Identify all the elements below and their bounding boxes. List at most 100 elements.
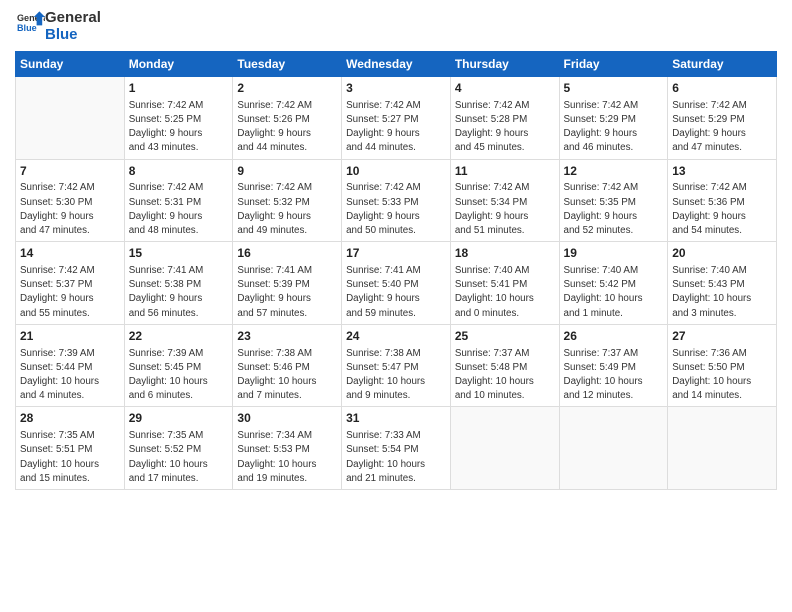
calendar-cell: 27Sunrise: 7:36 AMSunset: 5:50 PMDayligh… [668, 324, 777, 407]
col-header-thursday: Thursday [450, 52, 559, 77]
day-number: 27 [672, 328, 772, 345]
day-info: Sunrise: 7:33 AMSunset: 5:54 PMDaylight:… [346, 429, 446, 486]
day-info: Sunrise: 7:40 AMSunset: 5:41 PMDaylight:… [455, 264, 555, 321]
day-number: 14 [20, 245, 120, 262]
day-info: Sunrise: 7:42 AMSunset: 5:29 PMDaylight:… [564, 99, 664, 156]
calendar-cell: 12Sunrise: 7:42 AMSunset: 5:35 PMDayligh… [559, 159, 668, 242]
calendar-week-4: 28Sunrise: 7:35 AMSunset: 5:51 PMDayligh… [16, 407, 777, 490]
day-info: Sunrise: 7:42 AMSunset: 5:28 PMDaylight:… [455, 99, 555, 156]
day-number: 22 [129, 328, 229, 345]
day-info: Sunrise: 7:40 AMSunset: 5:43 PMDaylight:… [672, 264, 772, 321]
day-info: Sunrise: 7:42 AMSunset: 5:35 PMDaylight:… [564, 181, 664, 238]
svg-text:Blue: Blue [17, 23, 37, 33]
calendar-cell: 3 Sunrise: 7:42 AMSunset: 5:27 PMDaylight… [342, 77, 451, 160]
day-info: Sunrise: 7:35 AMSunset: 5:51 PMDaylight:… [20, 429, 120, 486]
calendar-cell: 24Sunrise: 7:38 AMSunset: 5:47 PMDayligh… [342, 324, 451, 407]
day-info: Sunrise: 7:39 AMSunset: 5:44 PMDaylight:… [20, 347, 120, 404]
day-number: 2 [237, 80, 337, 97]
day-number: 21 [20, 328, 120, 345]
day-number: 17 [346, 245, 446, 262]
calendar-cell: 21 Sunrise: 7:39 AMSunset: 5:44 PMDayligh… [16, 324, 125, 407]
day-number: 3 [346, 80, 446, 97]
day-number: 11 [455, 163, 555, 180]
day-info: Sunrise: 7:40 AMSunset: 5:42 PMDaylight:… [564, 264, 664, 321]
day-info: Sunrise: 7:42 AMSunset: 5:34 PMDaylight:… [455, 181, 555, 238]
calendar-cell: 23 Sunrise: 7:38 AMSunset: 5:46 PMDayligh… [233, 324, 342, 407]
day-info: Sunrise: 7:41 AMSunset: 5:39 PMDaylight:… [237, 264, 337, 321]
col-header-monday: Monday [124, 52, 233, 77]
calendar-cell: 22 Sunrise: 7:39 AMSunset: 5:45 PMDayligh… [124, 324, 233, 407]
day-info: Sunrise: 7:38 AMSunset: 5:47 PMDaylight:… [346, 347, 446, 404]
calendar-cell [16, 77, 125, 160]
day-info: Sunrise: 7:38 AMSunset: 5:46 PMDaylight:… [237, 347, 337, 404]
calendar-cell: 15 Sunrise: 7:41 AMSunset: 5:38 PMDayligh… [124, 242, 233, 325]
calendar-cell: 5Sunrise: 7:42 AMSunset: 5:29 PMDaylight… [559, 77, 668, 160]
day-info: Sunrise: 7:41 AMSunset: 5:38 PMDaylight:… [129, 264, 229, 321]
day-info: Sunrise: 7:42 AMSunset: 5:31 PMDaylight:… [129, 181, 229, 238]
day-number: 15 [129, 245, 229, 262]
calendar-week-2: 14 Sunrise: 7:42 AMSunset: 5:37 PMDayligh… [16, 242, 777, 325]
calendar-cell: 17 Sunrise: 7:41 AMSunset: 5:40 PMDayligh… [342, 242, 451, 325]
day-number: 29 [129, 410, 229, 427]
calendar-cell: 8Sunrise: 7:42 AMSunset: 5:31 PMDaylight… [124, 159, 233, 242]
day-number: 8 [129, 163, 229, 180]
col-header-friday: Friday [559, 52, 668, 77]
calendar-header-row: SundayMondayTuesdayWednesdayThursdayFrid… [16, 52, 777, 77]
day-number: 7 [20, 163, 120, 180]
calendar-week-1: 7Sunrise: 7:42 AMSunset: 5:30 PMDaylight… [16, 159, 777, 242]
calendar-table: SundayMondayTuesdayWednesdayThursdayFrid… [15, 51, 777, 490]
calendar-cell: 1 Sunrise: 7:42 AMSunset: 5:25 PMDaylight… [124, 77, 233, 160]
calendar-week-0: 1 Sunrise: 7:42 AMSunset: 5:25 PMDaylight… [16, 77, 777, 160]
day-number: 26 [564, 328, 664, 345]
day-number: 30 [237, 410, 337, 427]
day-number: 20 [672, 245, 772, 262]
day-number: 23 [237, 328, 337, 345]
calendar-cell: 31 Sunrise: 7:33 AMSunset: 5:54 PMDayligh… [342, 407, 451, 490]
day-info: Sunrise: 7:42 AMSunset: 5:37 PMDaylight:… [20, 264, 120, 321]
calendar-cell [559, 407, 668, 490]
day-number: 13 [672, 163, 772, 180]
calendar-cell: 7Sunrise: 7:42 AMSunset: 5:30 PMDaylight… [16, 159, 125, 242]
calendar-cell: 16 Sunrise: 7:41 AMSunset: 5:39 PMDayligh… [233, 242, 342, 325]
day-info: Sunrise: 7:37 AMSunset: 5:49 PMDaylight:… [564, 347, 664, 404]
calendar-cell: 26 Sunrise: 7:37 AMSunset: 5:49 PMDayligh… [559, 324, 668, 407]
header: General Blue General Blue [15, 10, 777, 43]
col-header-sunday: Sunday [16, 52, 125, 77]
day-number: 9 [237, 163, 337, 180]
calendar-cell: 10Sunrise: 7:42 AMSunset: 5:33 PMDayligh… [342, 159, 451, 242]
day-info: Sunrise: 7:42 AMSunset: 5:27 PMDaylight:… [346, 99, 446, 156]
logo-blue: Blue [45, 27, 101, 44]
day-info: Sunrise: 7:42 AMSunset: 5:32 PMDaylight:… [237, 181, 337, 238]
calendar-cell: 18 Sunrise: 7:40 AMSunset: 5:41 PMDayligh… [450, 242, 559, 325]
page: General Blue General Blue SundayMondayTu… [0, 0, 792, 612]
day-info: Sunrise: 7:41 AMSunset: 5:40 PMDaylight:… [346, 264, 446, 321]
calendar-cell: 11Sunrise: 7:42 AMSunset: 5:34 PMDayligh… [450, 159, 559, 242]
day-number: 16 [237, 245, 337, 262]
day-number: 4 [455, 80, 555, 97]
day-info: Sunrise: 7:37 AMSunset: 5:48 PMDaylight:… [455, 347, 555, 404]
day-info: Sunrise: 7:42 AMSunset: 5:30 PMDaylight:… [20, 181, 120, 238]
day-number: 18 [455, 245, 555, 262]
day-number: 1 [129, 80, 229, 97]
day-number: 6 [672, 80, 772, 97]
logo-icon: General Blue [17, 10, 45, 38]
day-info: Sunrise: 7:42 AMSunset: 5:33 PMDaylight:… [346, 181, 446, 238]
calendar-cell: 29Sunrise: 7:35 AMSunset: 5:52 PMDayligh… [124, 407, 233, 490]
calendar-cell: 20 Sunrise: 7:40 AMSunset: 5:43 PMDayligh… [668, 242, 777, 325]
calendar-cell: 28Sunrise: 7:35 AMSunset: 5:51 PMDayligh… [16, 407, 125, 490]
calendar-cell: 4 Sunrise: 7:42 AMSunset: 5:28 PMDaylight… [450, 77, 559, 160]
day-info: Sunrise: 7:42 AMSunset: 5:29 PMDaylight:… [672, 99, 772, 156]
calendar-week-3: 21 Sunrise: 7:39 AMSunset: 5:44 PMDayligh… [16, 324, 777, 407]
calendar-cell: 25Sunrise: 7:37 AMSunset: 5:48 PMDayligh… [450, 324, 559, 407]
calendar-cell: 2 Sunrise: 7:42 AMSunset: 5:26 PMDaylight… [233, 77, 342, 160]
day-number: 31 [346, 410, 446, 427]
calendar-cell [450, 407, 559, 490]
day-info: Sunrise: 7:42 AMSunset: 5:25 PMDaylight:… [129, 99, 229, 156]
day-number: 19 [564, 245, 664, 262]
day-info: Sunrise: 7:39 AMSunset: 5:45 PMDaylight:… [129, 347, 229, 404]
col-header-tuesday: Tuesday [233, 52, 342, 77]
day-info: Sunrise: 7:42 AMSunset: 5:26 PMDaylight:… [237, 99, 337, 156]
day-info: Sunrise: 7:42 AMSunset: 5:36 PMDaylight:… [672, 181, 772, 238]
calendar-cell: 13Sunrise: 7:42 AMSunset: 5:36 PMDayligh… [668, 159, 777, 242]
day-number: 10 [346, 163, 446, 180]
